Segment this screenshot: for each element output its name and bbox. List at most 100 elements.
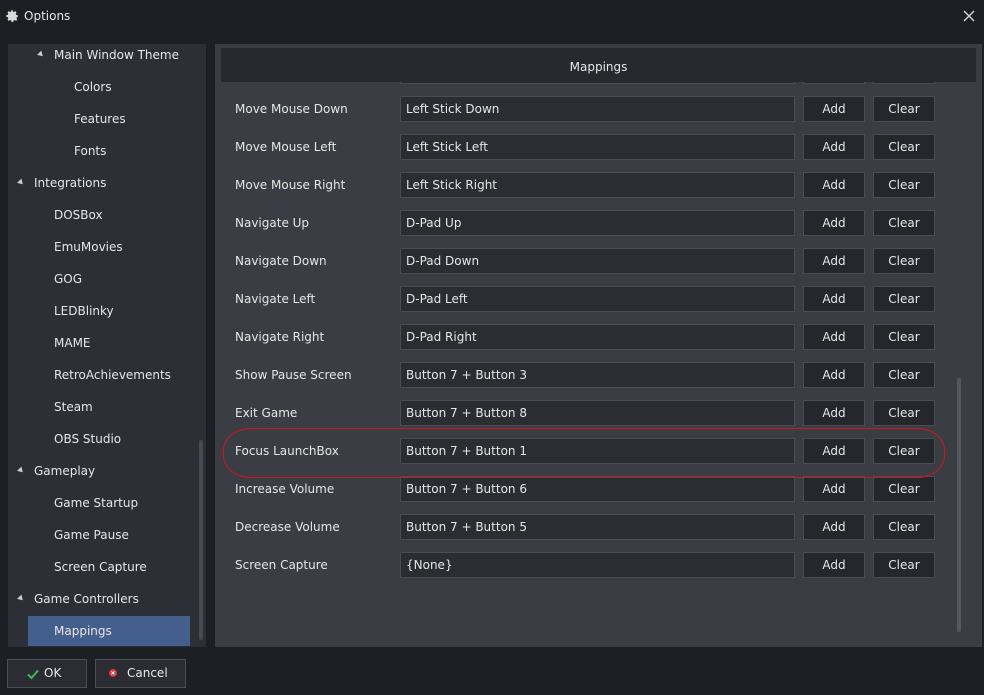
expand-arrow-icon[interactable] bbox=[18, 584, 26, 614]
add-button[interactable]: Add bbox=[803, 552, 865, 578]
sidebar-item[interactable]: Integrations bbox=[8, 168, 198, 198]
clear-button[interactable]: Clear bbox=[873, 514, 935, 540]
sidebar-scrollbar[interactable] bbox=[199, 440, 203, 640]
sidebar-item[interactable]: RetroAchievements bbox=[8, 360, 198, 390]
clear-button[interactable]: Clear bbox=[873, 362, 935, 388]
add-button[interactable]: Add bbox=[803, 248, 865, 274]
add-button[interactable]: Add bbox=[803, 324, 865, 350]
add-button[interactable]: Add bbox=[803, 286, 865, 312]
mapping-row: Screen Capture {None} Add Clear bbox=[215, 550, 982, 580]
sidebar-item[interactable]: Features bbox=[8, 104, 198, 134]
sidebar-item[interactable]: Game Pause bbox=[8, 520, 198, 550]
mapping-action-label: Navigate Down bbox=[235, 254, 327, 268]
mapping-action-label: Move Mouse Left bbox=[235, 140, 337, 154]
mapping-action-label: Move Mouse Down bbox=[235, 102, 348, 116]
mapping-value-field[interactable]: Button 7 + Button 3 bbox=[400, 362, 795, 388]
clear-button[interactable]: Clear bbox=[873, 96, 935, 122]
mapping-value-field[interactable]: Left Stick Left bbox=[400, 134, 795, 160]
gear-icon bbox=[6, 9, 19, 23]
sidebar-item-label: Gameplay bbox=[34, 464, 96, 478]
mapping-action-label: Navigate Left bbox=[235, 292, 316, 306]
ok-button[interactable]: OK bbox=[7, 659, 87, 688]
add-button[interactable]: Add bbox=[803, 172, 865, 198]
mapping-action-label: Increase Volume bbox=[235, 482, 335, 496]
sidebar-item[interactable]: Main Window Theme bbox=[8, 44, 198, 70]
sidebar-item[interactable]: Fonts bbox=[8, 136, 198, 166]
sidebar-item-label: Features bbox=[74, 112, 126, 126]
sidebar-item-label: Mappings bbox=[54, 624, 112, 638]
clear-button[interactable]: Clear bbox=[873, 400, 935, 426]
add-button[interactable]: Add bbox=[803, 438, 865, 464]
sidebar-item[interactable]: Gameplay bbox=[8, 456, 198, 486]
sidebar-item[interactable]: Colors bbox=[8, 72, 198, 102]
clear-button[interactable]: Clear bbox=[873, 248, 935, 274]
expand-arrow-icon[interactable] bbox=[38, 44, 46, 70]
mapping-value-field[interactable]: D-Pad Down bbox=[400, 248, 795, 274]
add-button[interactable]: Add bbox=[803, 476, 865, 502]
sidebar-item-label: LEDBlinky bbox=[54, 304, 114, 318]
mapping-row: Decrease Volume Button 7 + Button 5 Add Cle… bbox=[215, 512, 982, 542]
sidebar-item[interactable]: Mappings bbox=[28, 616, 190, 646]
mapping-row: Move Mouse Up Left Stick Up Add Clear bbox=[215, 82, 982, 86]
mapping-value-field[interactable]: Button 7 + Button 1 bbox=[400, 438, 795, 464]
sidebar-item-label: Fonts bbox=[74, 144, 107, 158]
clear-button[interactable]: Clear bbox=[873, 324, 935, 350]
sidebar-item-label: MAME bbox=[54, 336, 91, 350]
mapping-value-field[interactable]: Left Stick Up bbox=[400, 82, 795, 84]
add-button[interactable]: Add bbox=[803, 96, 865, 122]
mapping-action-label: Move Mouse Up bbox=[235, 82, 330, 86]
mapping-row: Navigate Left D-Pad Left Add Clear bbox=[215, 284, 982, 314]
mapping-value-field[interactable]: Button 7 + Button 8 bbox=[400, 400, 795, 426]
add-button[interactable]: Add bbox=[803, 400, 865, 426]
add-button[interactable]: Add bbox=[803, 514, 865, 540]
expand-arrow-icon[interactable] bbox=[18, 456, 26, 486]
mapping-value-field[interactable]: Left Stick Right bbox=[400, 172, 795, 198]
clear-button[interactable]: Clear bbox=[873, 210, 935, 236]
add-button[interactable]: Add bbox=[803, 362, 865, 388]
clear-button[interactable]: Clear bbox=[873, 172, 935, 198]
sidebar-item[interactable]: Game Startup bbox=[8, 488, 198, 518]
clear-button[interactable]: Clear bbox=[873, 438, 935, 464]
sidebar-item[interactable]: Game Controllers bbox=[8, 584, 198, 614]
mapping-value-field[interactable]: Button 7 + Button 5 bbox=[400, 514, 795, 540]
clear-button[interactable]: Clear bbox=[873, 476, 935, 502]
sidebar-item-label: GOG bbox=[54, 272, 83, 286]
mapping-row: Focus LaunchBox Button 7 + Button 1 Add Cle… bbox=[215, 436, 982, 466]
mapping-value-field[interactable]: Button 7 + Button 6 bbox=[400, 476, 795, 502]
sidebar-item-label: DOSBox bbox=[54, 208, 103, 222]
clear-button[interactable]: Clear bbox=[873, 286, 935, 312]
add-button[interactable]: Add bbox=[803, 134, 865, 160]
mapping-row: Navigate Up D-Pad Up Add Clear bbox=[215, 208, 982, 238]
sidebar-item[interactable]: DOSBox bbox=[8, 200, 198, 230]
clear-button[interactable]: Clear bbox=[873, 82, 935, 84]
sidebar-item[interactable]: GOG bbox=[8, 264, 198, 294]
mapping-action-label: Decrease Volume bbox=[235, 520, 340, 534]
expand-arrow-icon[interactable] bbox=[18, 168, 26, 198]
sidebar-item[interactable]: EmuMovies bbox=[8, 232, 198, 262]
sidebar-item-label: RetroAchievements bbox=[54, 368, 171, 382]
check-icon bbox=[27, 669, 39, 680]
cancel-icon bbox=[109, 669, 117, 677]
sidebar-item[interactable]: Steam bbox=[8, 392, 198, 422]
cancel-button[interactable]: Cancel bbox=[95, 659, 186, 688]
clear-button[interactable]: Clear bbox=[873, 552, 935, 578]
ok-label: OK bbox=[44, 666, 62, 680]
mapping-value-field[interactable]: {None} bbox=[400, 552, 795, 578]
cancel-label: Cancel bbox=[127, 666, 168, 680]
title-bar: Options bbox=[0, 0, 984, 33]
sidebar-item[interactable]: MAME bbox=[8, 328, 198, 358]
sidebar-item[interactable]: Screen Capture bbox=[8, 552, 198, 582]
mapping-value-field[interactable]: D-Pad Left bbox=[400, 286, 795, 312]
mapping-scrollbar[interactable] bbox=[957, 378, 961, 632]
add-button[interactable]: Add bbox=[803, 82, 865, 84]
mapping-row: Exit Game Button 7 + Button 8 Add Clear bbox=[215, 398, 982, 428]
clear-button[interactable]: Clear bbox=[873, 134, 935, 160]
mapping-action-label: Screen Capture bbox=[235, 558, 328, 572]
sidebar-item[interactable]: OBS Studio bbox=[8, 424, 198, 454]
mapping-value-field[interactable]: D-Pad Right bbox=[400, 324, 795, 350]
sidebar-item[interactable]: LEDBlinky bbox=[8, 296, 198, 326]
add-button[interactable]: Add bbox=[803, 210, 865, 236]
mapping-value-field[interactable]: D-Pad Up bbox=[400, 210, 795, 236]
close-icon[interactable] bbox=[962, 9, 976, 23]
mapping-value-field[interactable]: Left Stick Down bbox=[400, 96, 795, 122]
